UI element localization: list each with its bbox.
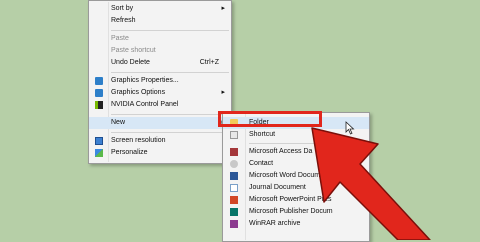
red-pointer-arrow-icon — [311, 127, 431, 240]
